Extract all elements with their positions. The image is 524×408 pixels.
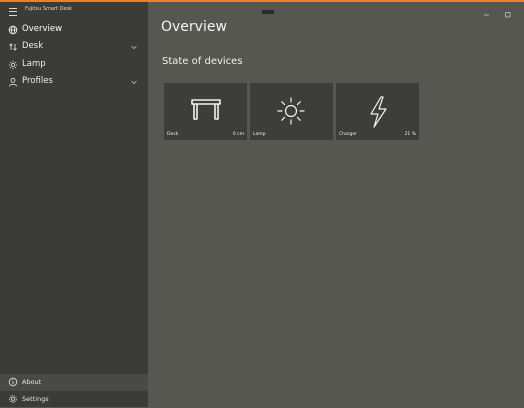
device-name: Charger	[339, 132, 357, 137]
drag-handle[interactable]	[262, 10, 274, 14]
device-name: Desk	[167, 132, 179, 137]
nav-item-settings[interactable]: Settings	[0, 391, 148, 408]
sun-icon	[8, 60, 18, 70]
nav-item-overview[interactable]: Overview	[0, 22, 148, 38]
person-icon	[8, 77, 18, 87]
minimize-button[interactable]	[479, 4, 495, 16]
nav-item-label: Settings	[22, 395, 49, 403]
title-bar: Fujitsu Smart Desk	[0, 2, 148, 18]
info-icon	[8, 377, 18, 387]
nav-item-label: Overview	[22, 24, 63, 34]
device-tile-lamp[interactable]: Lamp	[250, 83, 333, 140]
hamburger-menu-icon[interactable]	[9, 8, 17, 16]
nav-item-desk[interactable]: Desk	[0, 39, 148, 55]
chevron-down-icon[interactable]	[130, 78, 138, 86]
device-tile-charger[interactable]: Charger 21 %	[336, 83, 419, 140]
nav-item-label: About	[22, 378, 42, 386]
device-value: 0 cm	[232, 132, 244, 137]
page-title: Overview	[161, 19, 227, 35]
nav-item-about[interactable]: About	[0, 374, 148, 391]
device-name: Lamp	[253, 132, 266, 137]
gear-icon	[8, 394, 18, 404]
chevron-down-icon[interactable]	[130, 43, 138, 51]
height-arrows-icon	[8, 42, 18, 52]
nav-item-label: Desk	[22, 41, 44, 51]
device-value: 21 %	[404, 132, 416, 137]
nav-item-profiles[interactable]: Profiles	[0, 74, 148, 90]
nav-item-lamp[interactable]: Lamp	[0, 57, 148, 73]
maximize-button[interactable]	[500, 4, 516, 18]
section-title: State of devices	[162, 56, 243, 67]
device-tile-desk[interactable]: Desk 0 cm	[164, 83, 247, 140]
app-title: Fujitsu Smart Desk	[25, 6, 73, 12]
nav-item-label: Lamp	[22, 59, 46, 69]
nav-item-label: Profiles	[22, 76, 53, 86]
globe-icon	[8, 25, 18, 35]
